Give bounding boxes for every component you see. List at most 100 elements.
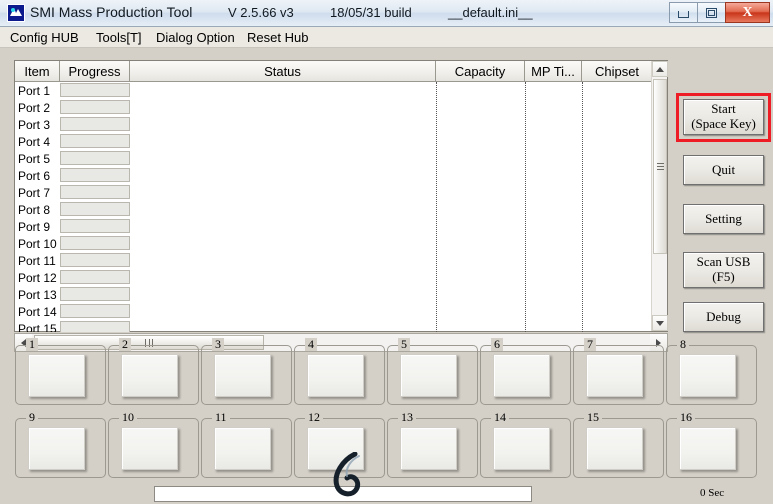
row-item-label: Port 4 bbox=[18, 134, 51, 149]
row-item-label: Port 12 bbox=[18, 270, 57, 285]
column-header-status[interactable]: Status bbox=[130, 61, 436, 81]
port-slot-12[interactable]: 12 bbox=[294, 411, 385, 478]
port-slot-indicator bbox=[400, 354, 457, 397]
table-row[interactable]: Port 12 bbox=[15, 269, 667, 286]
table-row[interactable]: Port 4 bbox=[15, 133, 667, 150]
vertical-scrollbar-thumb[interactable] bbox=[653, 79, 667, 254]
start-button[interactable]: Start (Space Key) bbox=[683, 99, 764, 135]
window-controls: X bbox=[669, 2, 770, 23]
port-slot-indicator bbox=[493, 427, 550, 470]
menu-item-dialog-option[interactable]: Dialog Option bbox=[150, 29, 241, 46]
table-row[interactable]: Port 8 bbox=[15, 201, 667, 218]
port-slot-1[interactable]: 1 bbox=[15, 338, 106, 405]
port-slot-indicator bbox=[679, 354, 736, 397]
table-row[interactable]: Port 1 bbox=[15, 82, 667, 99]
port-list: Item Progress Status Capacity MP Ti... C… bbox=[14, 60, 668, 332]
port-slot-label: 13 bbox=[398, 411, 416, 424]
menu-item-tools[interactable]: Tools[T] bbox=[90, 29, 148, 46]
vertical-scrollbar[interactable] bbox=[651, 61, 668, 331]
port-slot-4[interactable]: 4 bbox=[294, 338, 385, 405]
table-row[interactable]: Port 11 bbox=[15, 252, 667, 269]
port-slot-indicator bbox=[28, 354, 85, 397]
column-header-mp-time[interactable]: MP Ti... bbox=[525, 61, 582, 81]
port-slot-9[interactable]: 9 bbox=[15, 411, 106, 478]
status-input-field[interactable] bbox=[154, 486, 532, 502]
row-item-label: Port 7 bbox=[18, 185, 51, 200]
port-slot-15[interactable]: 15 bbox=[573, 411, 664, 478]
port-slot-16[interactable]: 16 bbox=[666, 411, 757, 478]
port-slot-13[interactable]: 13 bbox=[387, 411, 478, 478]
port-slot-label: 7 bbox=[584, 338, 596, 351]
quit-button[interactable]: Quit bbox=[683, 155, 764, 185]
table-row[interactable]: Port 7 bbox=[15, 184, 667, 201]
port-slot-label: 6 bbox=[491, 338, 503, 351]
port-slot-2[interactable]: 2 bbox=[108, 338, 199, 405]
grid-line-capacity bbox=[436, 82, 437, 332]
row-progress-bar bbox=[60, 100, 130, 114]
port-slot-10[interactable]: 10 bbox=[108, 411, 199, 478]
port-slot-6[interactable]: 6 bbox=[480, 338, 571, 405]
table-row[interactable]: Port 5 bbox=[15, 150, 667, 167]
row-progress-bar bbox=[60, 202, 130, 216]
scroll-up-button[interactable] bbox=[652, 61, 668, 77]
row-item-label: Port 6 bbox=[18, 168, 51, 183]
menu-item-reset-hub[interactable]: Reset Hub bbox=[241, 29, 314, 46]
minimize-button[interactable] bbox=[669, 2, 698, 23]
table-row[interactable]: Port 15 bbox=[15, 320, 667, 332]
close-button[interactable]: X bbox=[725, 2, 770, 23]
debug-button[interactable]: Debug bbox=[683, 302, 764, 332]
minimize-icon bbox=[678, 11, 689, 18]
port-slot-11[interactable]: 11 bbox=[201, 411, 292, 478]
port-slot-indicator bbox=[493, 354, 550, 397]
elapsed-time-label: 0 Sec bbox=[700, 487, 725, 499]
scroll-down-icon bbox=[656, 320, 664, 326]
row-progress-bar bbox=[60, 168, 130, 182]
scan-usb-button[interactable]: Scan USB (F5) bbox=[683, 252, 764, 288]
menu-bar: Config HUB Tools[T] Dialog Option Reset … bbox=[0, 27, 773, 48]
client-area: Item Progress Status Capacity MP Ti... C… bbox=[0, 48, 773, 504]
port-slot-label: 4 bbox=[305, 338, 317, 351]
port-list-header: Item Progress Status Capacity MP Ti... C… bbox=[15, 61, 667, 82]
port-slot-3[interactable]: 3 bbox=[201, 338, 292, 405]
column-header-chipset[interactable]: Chipset bbox=[582, 61, 652, 81]
maximize-icon bbox=[706, 7, 717, 18]
port-slot-label: 10 bbox=[119, 411, 137, 424]
row-progress-bar bbox=[60, 219, 130, 233]
table-row[interactable]: Port 6 bbox=[15, 167, 667, 184]
window-build-date: 18/05/31 build bbox=[330, 5, 412, 20]
port-slot-label: 9 bbox=[26, 411, 38, 424]
port-slot-indicator bbox=[400, 427, 457, 470]
port-slot-indicator bbox=[214, 354, 271, 397]
port-slot-8[interactable]: 8 bbox=[666, 338, 757, 405]
menu-item-config-hub[interactable]: Config HUB bbox=[4, 29, 85, 46]
row-item-label: Port 1 bbox=[18, 83, 51, 98]
port-slot-indicator bbox=[586, 427, 643, 470]
column-header-capacity[interactable]: Capacity bbox=[436, 61, 525, 81]
port-slot-label: 5 bbox=[398, 338, 410, 351]
table-row[interactable]: Port 3 bbox=[15, 116, 667, 133]
table-row[interactable]: Port 9 bbox=[15, 218, 667, 235]
row-progress-bar bbox=[60, 321, 130, 332]
port-slot-7[interactable]: 7 bbox=[573, 338, 664, 405]
port-slot-indicator bbox=[28, 427, 85, 470]
row-progress-bar bbox=[60, 117, 130, 131]
table-row[interactable]: Port 13 bbox=[15, 286, 667, 303]
window-ini-file: __default.ini__ bbox=[448, 5, 533, 20]
row-item-label: Port 3 bbox=[18, 117, 51, 132]
scroll-down-button[interactable] bbox=[652, 315, 668, 331]
application-window: SMI Mass Production Tool V 2.5.66 v3 18/… bbox=[0, 0, 773, 504]
setting-button[interactable]: Setting bbox=[683, 204, 764, 234]
column-header-item[interactable]: Item bbox=[15, 61, 60, 81]
port-slot-5[interactable]: 5 bbox=[387, 338, 478, 405]
row-item-label: Port 14 bbox=[18, 304, 57, 319]
table-row[interactable]: Port 14 bbox=[15, 303, 667, 320]
port-list-rows[interactable]: Port 1 Port 2 Port 3 Port 4 Port 5 Port … bbox=[15, 82, 667, 332]
port-slot-label: 16 bbox=[677, 411, 695, 424]
row-item-label: Port 13 bbox=[18, 287, 57, 302]
row-item-label: Port 5 bbox=[18, 151, 51, 166]
table-row[interactable]: Port 10 bbox=[15, 235, 667, 252]
column-header-progress[interactable]: Progress bbox=[60, 61, 130, 81]
table-row[interactable]: Port 2 bbox=[15, 99, 667, 116]
port-slot-14[interactable]: 14 bbox=[480, 411, 571, 478]
maximize-button[interactable] bbox=[697, 2, 726, 23]
